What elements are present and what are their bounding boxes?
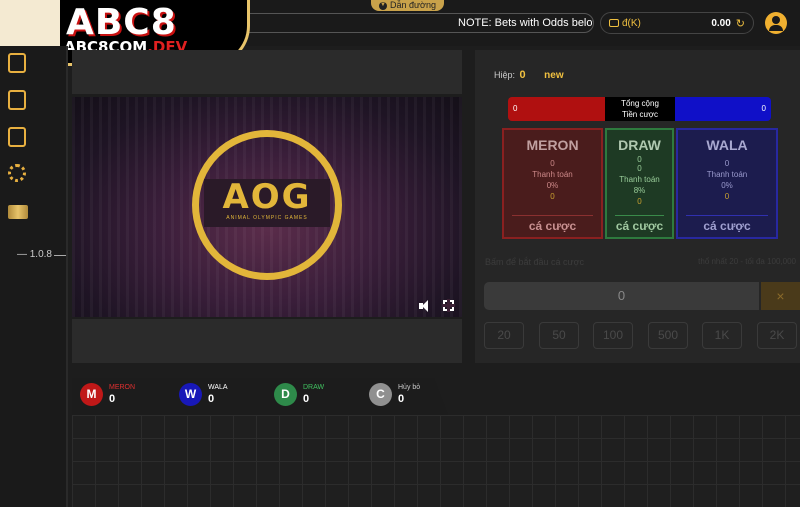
- meron-amount: 0: [550, 192, 555, 201]
- history-icon[interactable]: [8, 53, 26, 73]
- guide-button[interactable]: ▼ Dẫn đường: [371, 0, 444, 11]
- balance-amount: 0.00: [711, 17, 731, 29]
- draw-name: DRAW: [618, 137, 661, 153]
- volume-icon[interactable]: [419, 300, 433, 312]
- aog-logo-subtitle: ANIMAL OLYMPIC GAMES: [226, 215, 308, 221]
- refresh-icon[interactable]: ↻: [736, 17, 745, 30]
- draw-bet-box: DRAW 0 0 Thanh toán 8% 0 cá cược: [605, 128, 674, 239]
- results-summary: M MERON 0 W WALA 0 D DRAW 0 C Hủy bỏ 0: [72, 378, 800, 415]
- wala-value: 0: [724, 159, 730, 168]
- wala-percent: 0%: [721, 181, 733, 190]
- bet-hint: Bấm để bắt đầu cá cược: [485, 257, 584, 267]
- result-wala-count: 0: [208, 393, 215, 405]
- wala-amount: 0: [724, 192, 730, 201]
- clear-amount-button[interactable]: ×: [761, 282, 800, 310]
- meron-payout-label: Thanh toán: [532, 170, 573, 179]
- wala-bet-button[interactable]: cá cược: [686, 215, 768, 233]
- game-logo-icon[interactable]: [8, 205, 28, 219]
- chip-2k[interactable]: 2K: [757, 322, 797, 349]
- result-cancel-count: 0: [398, 393, 405, 405]
- result-wala-badge: W: [179, 383, 202, 406]
- results-grid: [72, 415, 800, 507]
- balance-box: đ(K) 0.00 ↻: [600, 12, 754, 34]
- wala-name: WALA: [706, 137, 748, 153]
- draw-amount: 0: [637, 197, 642, 206]
- wallet-icon: [609, 19, 619, 27]
- video-header: [72, 50, 462, 94]
- result-cancel-label: Hủy bỏ: [398, 384, 421, 391]
- sidebar: — 1.0.8: [0, 46, 68, 507]
- result-meron-label: MERON: [109, 384, 136, 391]
- draw-percent: 8%: [633, 186, 646, 195]
- settings-icon[interactable]: [8, 164, 26, 182]
- bet-amount-input[interactable]: 0: [484, 282, 759, 310]
- version-number: 1.0.8: [29, 249, 52, 260]
- guide-label: Dẫn đường: [390, 0, 436, 10]
- chip-20[interactable]: 20: [484, 322, 524, 349]
- note-ticker: NOTE: Bets with Odds below 1.3: [240, 13, 594, 33]
- aog-logo-text: AOG: [222, 177, 312, 217]
- list-doc-icon[interactable]: [8, 127, 26, 147]
- meron-percent: 0%: [546, 181, 559, 190]
- fullscreen-icon[interactable]: [442, 299, 455, 312]
- total-label-line1: Tổng cộng: [621, 99, 659, 108]
- total-meron: 0: [508, 97, 605, 121]
- total-wala: 0: [675, 97, 771, 121]
- version-label: — 1.0.8: [0, 249, 66, 260]
- result-meron-count: 0: [109, 393, 116, 405]
- result-cancel-text: Hủy bỏ 0: [398, 384, 420, 405]
- result-wala: W WALA 0: [179, 383, 228, 406]
- result-draw: D DRAW 0: [274, 383, 324, 406]
- result-meron-text: MERON 0: [109, 384, 135, 405]
- round-label: Hiệp:: [494, 70, 516, 80]
- note-text: NOTE: Bets with Odds below 1.3: [458, 17, 593, 29]
- chip-1k[interactable]: 1K: [702, 322, 742, 349]
- chevron-down-icon: ▼: [379, 1, 387, 10]
- total-label: Tổng cộng Tiền cược: [605, 97, 675, 121]
- meron-name: MERON: [526, 137, 579, 153]
- chip-100[interactable]: 100: [593, 322, 633, 349]
- meron-bet-button[interactable]: cá cược: [512, 215, 593, 233]
- video-player[interactable]: AOG ANIMAL OLYMPIC GAMES: [72, 97, 462, 317]
- meron-bet-box: MERON 0 Thanh toán 0% 0 cá cược: [502, 128, 603, 239]
- round-info: Hiệp: 0 new: [494, 69, 564, 81]
- logo-main-text: ABC8: [66, 2, 177, 43]
- video-footer: [72, 319, 462, 363]
- total-bet-bar: 0 Tổng cộng Tiền cược 0: [508, 97, 771, 121]
- total-label-line2: Tiền cược: [621, 110, 659, 119]
- bet-panel: Hiệp: 0 new 0 Tổng cộng Tiền cược 0 MERO…: [475, 50, 800, 363]
- chip-500[interactable]: 500: [648, 322, 688, 349]
- meron-value: 0: [550, 159, 555, 168]
- chip-50[interactable]: 50: [539, 322, 579, 349]
- result-wala-text: WALA 0: [208, 384, 228, 405]
- result-draw-label: DRAW: [303, 384, 325, 391]
- draw-bet-button[interactable]: cá cược: [615, 215, 664, 233]
- draw-value-1: 0: [637, 155, 642, 164]
- result-cancel: C Hủy bỏ 0: [369, 383, 420, 406]
- result-draw-badge: D: [274, 383, 297, 406]
- round-number: 0: [519, 69, 526, 81]
- result-meron-badge: M: [80, 383, 103, 406]
- result-cancel-badge: C: [369, 383, 392, 406]
- result-meron: M MERON 0: [80, 383, 135, 406]
- round-status: new: [544, 70, 564, 81]
- result-wala-label: WALA: [208, 384, 228, 391]
- result-draw-count: 0: [303, 393, 310, 405]
- draw-value-2: 0: [637, 164, 642, 173]
- currency-label: đ(K): [622, 17, 641, 29]
- result-draw-text: DRAW 0: [303, 384, 324, 405]
- bet-limit: thổ nhất 20 - tối đa 100,000: [698, 257, 796, 266]
- draw-payout-label: Thanh toán: [619, 175, 660, 184]
- money-doc-icon[interactable]: [8, 90, 26, 110]
- wala-bet-box: WALA 0 Thanh toán 0% 0 cá cược: [676, 128, 778, 239]
- wala-payout-label: Thanh toán: [706, 170, 748, 179]
- user-icon[interactable]: [765, 12, 787, 34]
